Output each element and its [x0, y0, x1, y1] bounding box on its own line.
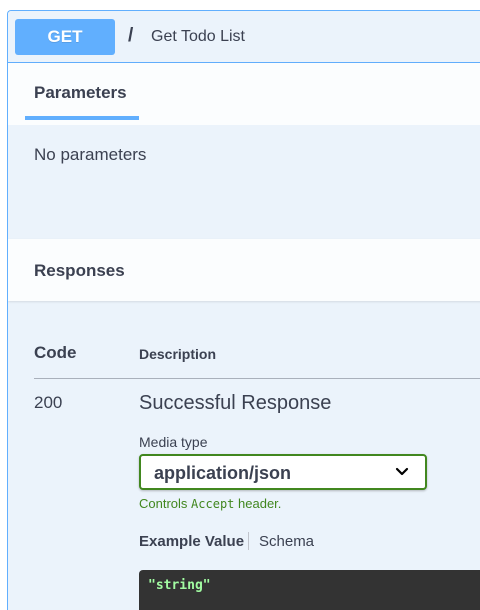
parameters-section-header: Parameters	[8, 63, 480, 125]
operation-path: /	[128, 25, 134, 46]
media-type-selected-value: application/json	[154, 463, 292, 483]
tab-schema[interactable]: Schema	[259, 533, 314, 550]
media-type-label: Media type	[139, 434, 208, 450]
chevron-down-icon	[395, 467, 409, 476]
controls-accept-code: Accept	[191, 497, 235, 511]
parameters-body: No parameters	[8, 125, 480, 239]
tab-separator	[248, 532, 249, 550]
operation-summary-text: Get Todo List	[151, 28, 245, 45]
no-parameters-text: No parameters	[34, 145, 147, 164]
controls-accept-note: Controls Accept header.	[139, 496, 281, 511]
column-header-description: Description	[139, 346, 217, 362]
tab-active-indicator	[25, 116, 139, 120]
responses-title: Responses	[34, 261, 125, 280]
example-code-text: "string"	[148, 578, 211, 593]
example-code-block: "string"	[139, 570, 480, 610]
tab-example-value[interactable]: Example Value	[139, 533, 244, 550]
response-status-code: 200	[34, 393, 63, 412]
tab-parameters[interactable]: Parameters	[34, 83, 127, 103]
response-description: Successful Response	[139, 392, 332, 414]
responses-section-header: Responses	[8, 239, 480, 301]
operation-summary[interactable]: GET / Get Todo List	[8, 11, 480, 63]
controls-suffix: header.	[238, 496, 282, 511]
http-method-badge: GET	[15, 19, 115, 55]
column-header-code: Code	[34, 343, 77, 362]
table-header-divider	[34, 378, 480, 379]
media-type-select[interactable]: application/json	[139, 454, 427, 490]
operation-block-get: GET / Get Todo List Parameters No parame…	[7, 10, 480, 610]
controls-prefix: Controls	[139, 496, 188, 511]
